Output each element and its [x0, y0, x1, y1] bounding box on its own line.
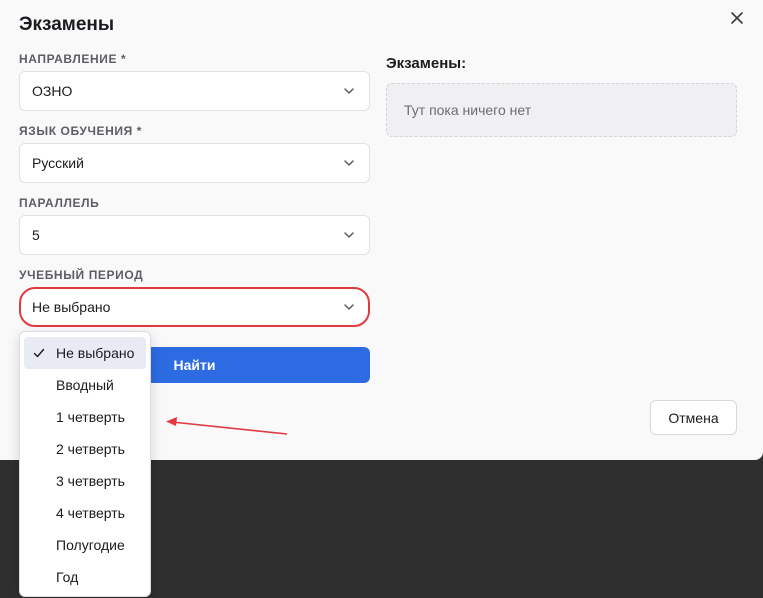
language-select[interactable]: Русский: [19, 143, 370, 183]
period-value: Не выбрано: [32, 299, 111, 315]
chevron-down-icon: [344, 88, 354, 94]
period-option[interactable]: 2 четверть: [24, 433, 146, 465]
direction-select[interactable]: ОЗНО: [19, 71, 370, 111]
period-option[interactable]: Вводный: [24, 369, 146, 401]
period-option[interactable]: Год: [24, 561, 146, 593]
cancel-button[interactable]: Отмена: [650, 400, 737, 435]
parallel-value: 5: [32, 227, 40, 243]
period-option-label: Полугодие: [56, 537, 125, 553]
period-select[interactable]: Не выбрано: [19, 287, 370, 327]
direction-value: ОЗНО: [32, 83, 73, 99]
close-icon: [731, 12, 743, 24]
parallel-select[interactable]: 5: [19, 215, 370, 255]
period-option[interactable]: Не выбрано: [24, 337, 146, 369]
period-option[interactable]: Полугодие: [24, 529, 146, 561]
empty-state-text: Тут пока ничего нет: [404, 102, 532, 118]
language-label: ЯЗЫК ОБУЧЕНИЯ *: [19, 124, 143, 138]
period-option[interactable]: 1 четверть: [24, 401, 146, 433]
parallel-label: ПАРАЛЛЕЛЬ: [19, 196, 100, 210]
modal-title: Экзамены: [19, 14, 115, 35]
chevron-down-icon: [344, 160, 354, 166]
exams-empty-state: Тут пока ничего нет: [386, 83, 737, 137]
period-option-label: 2 четверть: [56, 441, 125, 457]
period-option[interactable]: 4 четверть: [24, 497, 146, 529]
period-option-label: 1 четверть: [56, 409, 125, 425]
period-label: УЧЕБНЫЙ ПЕРИОД: [19, 268, 144, 282]
find-button-label: Найти: [173, 357, 216, 373]
period-option-label: 4 четверть: [56, 505, 125, 521]
exams-heading: Экзамены:: [386, 55, 467, 72]
cancel-button-label: Отмена: [668, 409, 719, 426]
period-option-label: Не выбрано: [56, 345, 135, 361]
period-option[interactable]: 3 четверть: [24, 465, 146, 497]
direction-label: НАПРАВЛЕНИЕ *: [19, 52, 127, 66]
chevron-down-icon: [344, 232, 354, 238]
period-option-label: Год: [56, 569, 79, 585]
language-value: Русский: [32, 155, 84, 171]
period-option-label: 3 четверть: [56, 473, 125, 489]
close-button[interactable]: [727, 8, 747, 28]
chevron-down-icon: [344, 304, 354, 310]
period-option-label: Вводный: [56, 377, 114, 393]
period-dropdown: Не выбрано Вводный 1 четверть 2 четверть…: [19, 331, 151, 597]
check-icon: [33, 348, 45, 358]
